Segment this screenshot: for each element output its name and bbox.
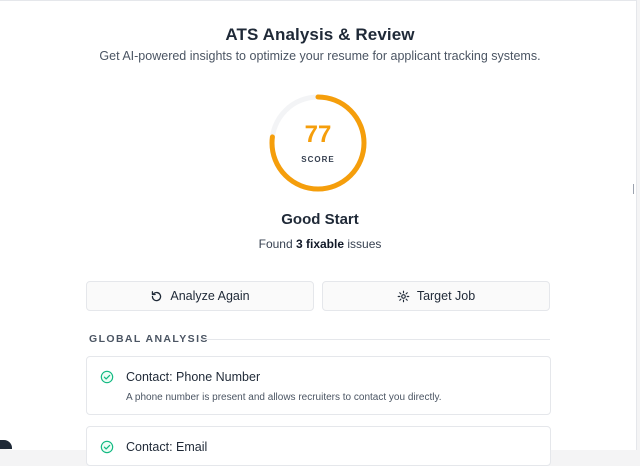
score-status: Good Start [281,211,359,228]
target-job-button[interactable]: Target Job [322,281,550,311]
page-subtitle: Get AI-powered insights to optimize your… [99,49,541,63]
score-value: 77 [304,121,332,148]
analysis-item-title: Contact: Email [126,440,208,454]
ats-panel: ATS Analysis & Review Get AI-powered ins… [0,0,640,466]
issues-prefix: Found [258,237,296,251]
issues-summary: Found 3 fixable issues [0,237,640,251]
section-divider [200,339,550,340]
page-title: ATS Analysis & Review [225,25,415,44]
analysis-item[interactable]: Contact: Email [86,426,551,466]
analyze-again-button[interactable]: Analyze Again [86,281,314,311]
analyze-again-label: Analyze Again [170,289,250,303]
analysis-item[interactable]: Contact: Phone Number A phone number is … [86,356,551,415]
check-circle-icon [100,370,114,384]
issues-count: 3 fixable [295,237,345,251]
target-job-label: Target Job [416,289,476,303]
section-heading-global-analysis: GLOBAL ANALYSIS [89,333,209,345]
issues-suffix: issues [344,237,382,251]
score-gauge: 77 SCORE [268,93,368,193]
gear-icon [397,290,410,302]
refresh-icon [152,290,162,301]
analysis-item-description: A phone number is present and allows rec… [126,392,442,403]
resize-handle[interactable] [633,184,640,194]
check-circle-icon [100,440,114,454]
score-label: SCORE [301,155,335,164]
analysis-item-title: Contact: Phone Number [126,370,261,384]
